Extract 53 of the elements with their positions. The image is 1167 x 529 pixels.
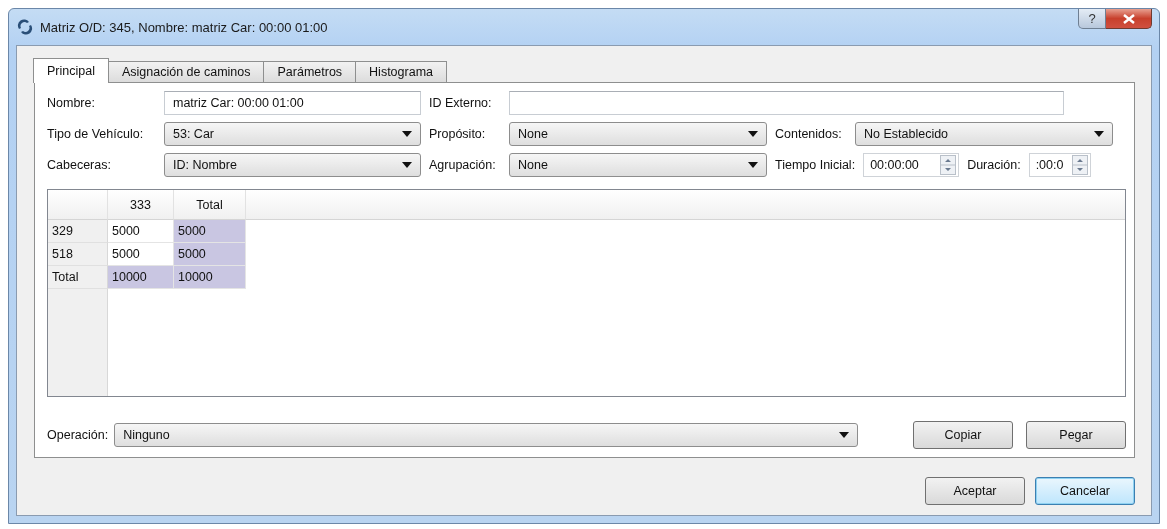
dialog-button[interactable]: Aceptar <box>925 477 1025 505</box>
field-label: Operación: <box>47 428 109 442</box>
help-button[interactable]: ? <box>1078 9 1106 29</box>
dropdown-arrow-icon <box>748 162 758 168</box>
dropdown-arrow-icon <box>748 131 758 137</box>
spin-arrows-icon[interactable] <box>1071 155 1088 175</box>
external-id-field[interactable] <box>509 91 1064 115</box>
field-label: Cabeceras: <box>47 158 112 172</box>
table-cell[interactable]: 5000 <box>108 243 174 266</box>
dropdown-arrow-icon <box>402 131 412 137</box>
field-label: Contenidos: <box>774 127 843 141</box>
row-header[interactable]: Total <box>48 266 108 289</box>
table-cell[interactable]: 10000 <box>108 266 174 289</box>
time-spin-field[interactable]: 00:00:00 <box>863 153 960 177</box>
field-label: Duración: <box>967 158 1021 172</box>
action-button[interactable]: Copiar <box>913 421 1013 449</box>
dialog-button[interactable]: Cancelar <box>1035 477 1135 505</box>
dropdown[interactable]: Ninguno <box>114 423 859 447</box>
time-spin-field[interactable]: :00:0 <box>1028 153 1091 177</box>
dropdown[interactable]: None <box>509 153 767 177</box>
field-label: Agrupación: <box>428 158 497 172</box>
spin-arrows-icon[interactable] <box>940 155 957 175</box>
column-header[interactable]: 333 <box>108 190 174 220</box>
dropdown-arrow-icon <box>1094 131 1104 137</box>
tab[interactable]: Principal <box>33 58 109 83</box>
row-header[interactable]: 518 <box>48 243 108 266</box>
dropdown[interactable]: 53: Car <box>164 122 421 146</box>
field-label: ID Externo: <box>428 96 493 110</box>
field-label: Tiempo Inicial: <box>775 158 856 172</box>
corner-header <box>48 190 108 220</box>
close-button[interactable] <box>1106 9 1152 29</box>
window-title: Matriz O/D: 345, Nombre: matriz Car: 00:00 01:00 <box>40 19 329 35</box>
action-button[interactable]: Pegar <box>1026 421 1126 449</box>
column-header[interactable]: Total <box>174 190 246 220</box>
row-header[interactable]: 329 <box>48 220 108 243</box>
tab[interactable]: Histograma <box>355 61 447 83</box>
dropdown[interactable]: None <box>509 122 767 146</box>
field-label: Tipo de Vehículo: <box>47 127 145 141</box>
close-icon <box>1122 13 1135 24</box>
dropdown[interactable]: No Establecido <box>855 122 1113 146</box>
table-cell[interactable]: 5000 <box>174 220 246 243</box>
name-field[interactable]: matriz Car: 00:00 01:00 <box>164 91 421 115</box>
table-cell[interactable]: 10000 <box>174 266 246 289</box>
tab[interactable]: Parámetros <box>263 61 357 83</box>
app-logo-icon <box>16 18 34 36</box>
dropdown[interactable]: ID: Nombre <box>164 153 421 177</box>
tab[interactable]: Asignación de caminos <box>107 61 265 83</box>
dropdown-arrow-icon <box>402 162 412 168</box>
table-cell[interactable]: 5000 <box>108 220 174 243</box>
field-label: Propósito: <box>428 127 487 141</box>
dropdown-arrow-icon <box>839 432 850 438</box>
table-cell[interactable]: 5000 <box>174 243 246 266</box>
field-label: Nombre: <box>47 96 96 110</box>
